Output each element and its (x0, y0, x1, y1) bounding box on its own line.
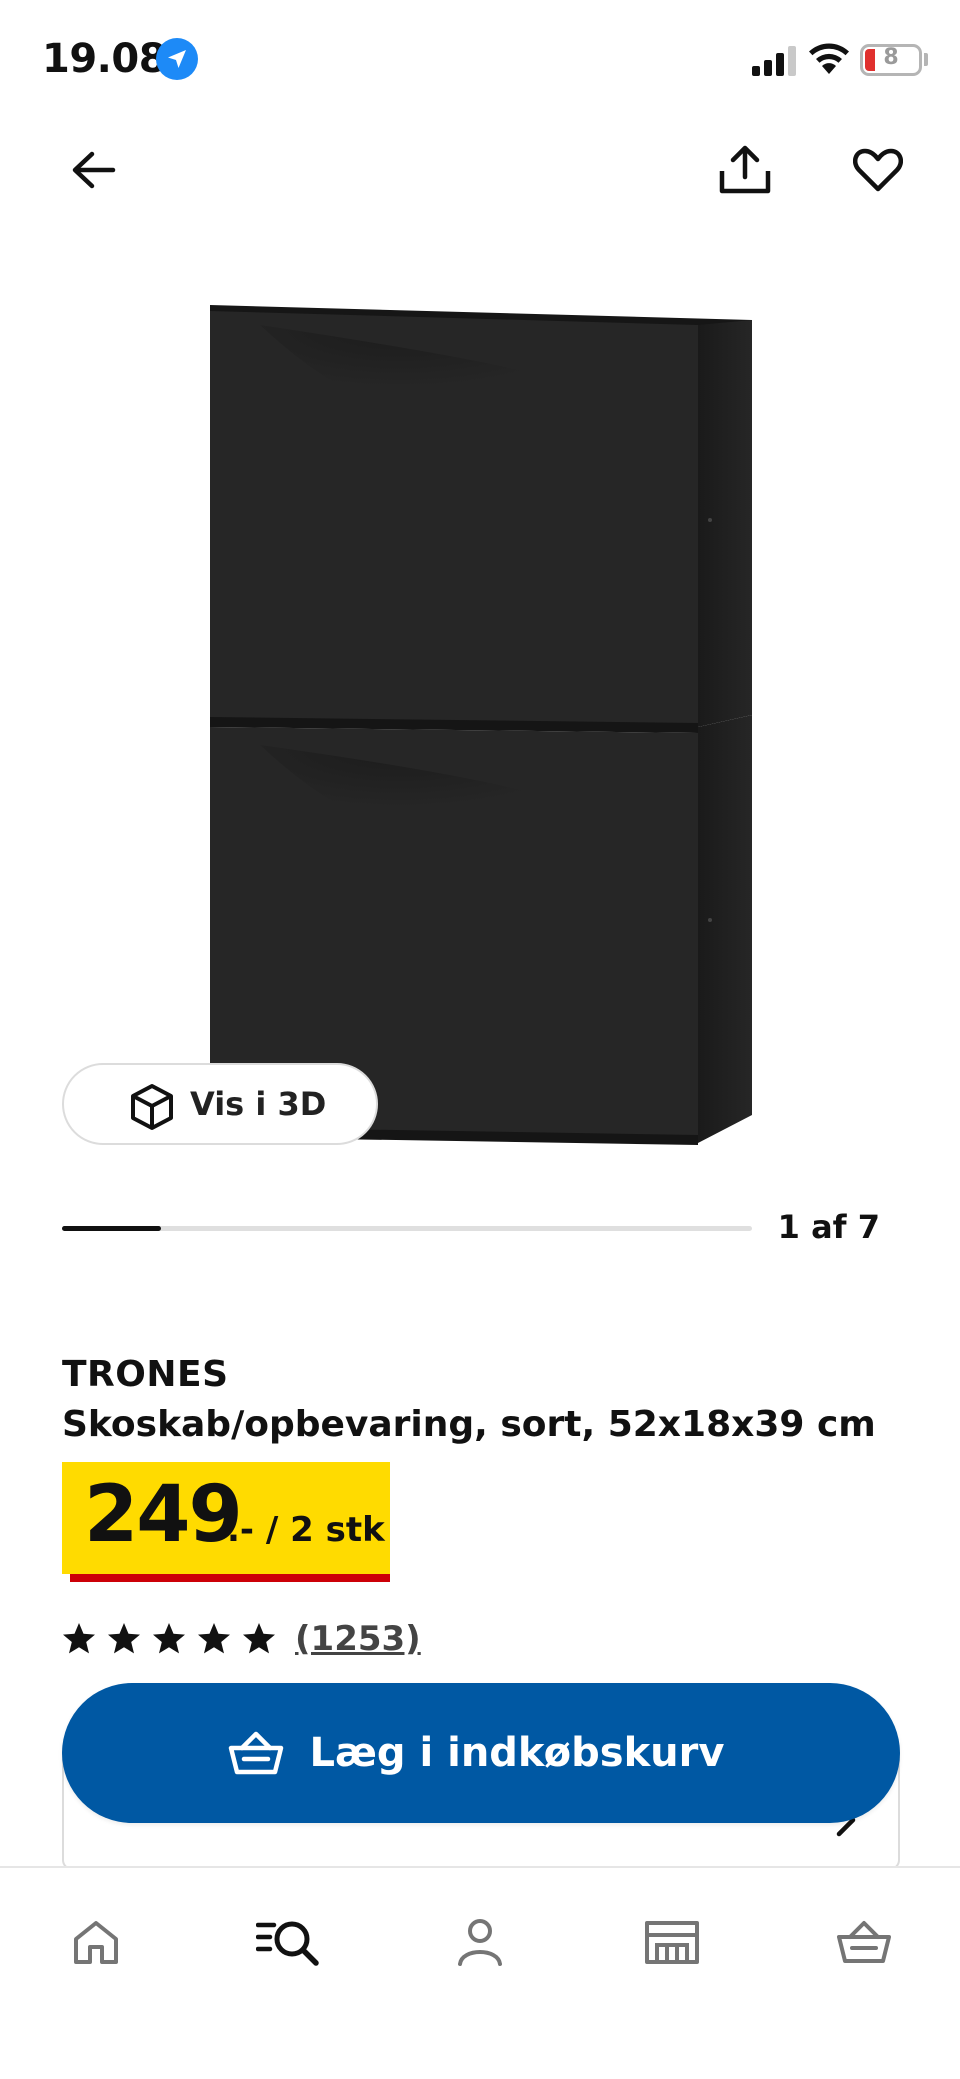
view-in-3d-button[interactable]: Vis i 3D (62, 1063, 378, 1145)
profile-icon (458, 1919, 502, 1966)
store-icon (645, 1921, 699, 1964)
bottom-nav-bar (0, 1866, 960, 2079)
product-description: Skoskab/opbevaring, sort, 52x18x39 cm (62, 1404, 876, 1445)
basket-icon (228, 1731, 283, 1775)
add-to-cart-button[interactable]: Læg i indkøbskurv (62, 1683, 900, 1823)
star-icon (108, 1623, 140, 1654)
product-image[interactable] (200, 295, 760, 1155)
nav-home[interactable] (56, 1902, 136, 1982)
nav-stores[interactable] (632, 1902, 712, 1982)
gallery-pager-progress (62, 1226, 161, 1231)
basket-icon (837, 1921, 891, 1963)
heart-icon (853, 148, 903, 192)
product-name: TRONES (62, 1354, 229, 1395)
nav-basket[interactable] (824, 1902, 904, 1982)
status-time: 19.08 (42, 36, 167, 82)
rating-stars (62, 1622, 287, 1656)
view-in-3d-label: Vis i 3D (190, 1085, 327, 1123)
cube-3d-icon (131, 1084, 173, 1130)
nav-search[interactable] (248, 1902, 328, 1982)
gallery-pager-track[interactable] (62, 1226, 752, 1231)
battery-level: 8 (883, 45, 899, 70)
review-count-link[interactable]: (1253) (295, 1619, 421, 1659)
status-bar: 19.08 8 (0, 0, 960, 120)
wifi-icon (809, 43, 849, 74)
back-button[interactable] (58, 135, 128, 205)
star-icon (243, 1623, 275, 1654)
star-icon (153, 1623, 185, 1654)
add-to-cart-label: Læg i indkøbskurv (309, 1730, 725, 1776)
arrow-left-icon (72, 151, 116, 189)
home-icon (74, 1921, 118, 1964)
search-list-icon (256, 1921, 319, 1966)
favorite-button[interactable] (843, 135, 913, 205)
rating-row[interactable]: (1253) (62, 1614, 421, 1664)
share-button[interactable] (710, 135, 780, 205)
cellular-signal-icon (752, 46, 796, 76)
price-tag: 249 .- / 2 stk (62, 1462, 390, 1582)
star-icon (63, 1623, 95, 1654)
battery-icon: 8 (860, 44, 922, 76)
price-main: 249 (84, 1470, 243, 1560)
star-icon (198, 1623, 230, 1654)
gallery-pager-label: 1 af 7 (777, 1208, 880, 1246)
price-suffix: .- / 2 stk (227, 1510, 385, 1550)
location-arrow-icon (156, 38, 198, 80)
nav-profile[interactable] (440, 1902, 520, 1982)
battery-tip (924, 53, 928, 66)
share-icon (719, 145, 771, 194)
